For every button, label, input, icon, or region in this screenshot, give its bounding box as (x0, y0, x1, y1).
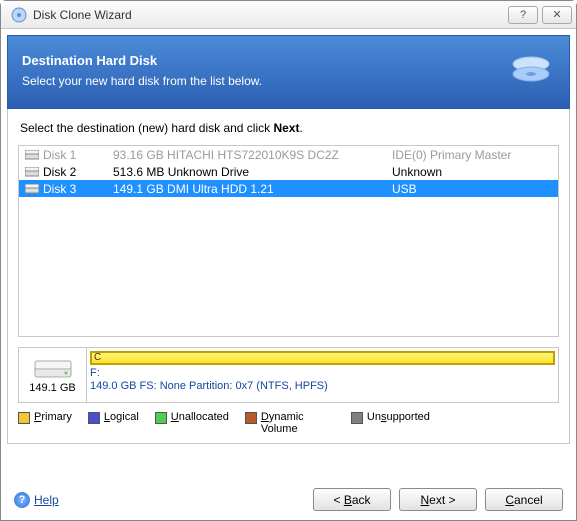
titlebar: Disk Clone Wizard ? ✕ (1, 1, 576, 29)
disk-connection: Unknown (392, 165, 552, 179)
disk-name: Disk 3 (43, 182, 113, 196)
wizard-header: Destination Hard Disk Select your new ha… (7, 35, 570, 109)
disk-list[interactable]: Disk 193.16 GB HITACHI HTS722010K9S DC2Z… (18, 145, 559, 337)
close-button[interactable]: ✕ (542, 6, 572, 24)
help-button[interactable]: ? (508, 6, 538, 24)
disk-row[interactable]: Disk 3149.1 GB DMI Ultra HDD 1.21USB (19, 180, 558, 197)
disk-info: 513.6 MB Unknown Drive (113, 165, 392, 179)
legend-unallocated-rest: nallocated (179, 411, 229, 423)
cancel-button[interactable]: Cancel (485, 488, 563, 511)
disk-connection: IDE(0) Primary Master (392, 148, 552, 162)
cancel-rest: ancel (514, 493, 543, 507)
disk-header-icon (507, 46, 555, 94)
window-title: Disk Clone Wizard (33, 8, 504, 22)
partition-disk-thumb: 149.1 GB (19, 348, 87, 402)
header-subtitle: Select your new hard disk from the list … (22, 74, 507, 88)
legend-unallocated: Unallocated (155, 411, 229, 424)
partition-bar-primary[interactable]: C (90, 351, 555, 365)
partition-panel: 149.1 GB C F: 149.0 GB FS: None Partitio… (18, 347, 559, 403)
header-title: Destination Hard Disk (22, 53, 507, 68)
legend-primary: Primary (18, 411, 72, 424)
legend-logical: Logical (88, 411, 139, 424)
legend-dynamic: Dynamic Volume (245, 411, 335, 435)
legend: Primary Logical Unallocated Dynamic Volu… (18, 411, 559, 435)
disk-row[interactable]: Disk 2513.6 MB Unknown DriveUnknown (19, 163, 558, 180)
partition-bar-letter: C (94, 352, 101, 363)
disk-info: 93.16 GB HITACHI HTS722010K9S DC2Z (113, 148, 392, 162)
swatch-logical (88, 412, 100, 424)
partition-size: 149.1 GB (29, 382, 75, 394)
back-button[interactable]: < Back (313, 488, 391, 511)
hdd-icon (25, 150, 43, 160)
partition-details: 149.0 GB FS: None Partition: 0x7 (NTFS, … (90, 380, 555, 393)
legend-primary-rest: rimary (41, 411, 72, 423)
footer: ? Help < Back Next > Cancel (14, 488, 563, 511)
swatch-primary (18, 412, 30, 424)
partition-info: F: 149.0 GB FS: None Partition: 0x7 (NTF… (90, 367, 555, 393)
hdd-icon (33, 357, 73, 381)
legend-unsupported: Unsupported (351, 411, 430, 424)
app-icon (11, 7, 27, 23)
back-rest: ack (352, 493, 371, 507)
hdd-icon (25, 184, 43, 194)
disk-info: 149.1 GB DMI Ultra HDD 1.21 (113, 182, 392, 196)
disk-row[interactable]: Disk 193.16 GB HITACHI HTS722010K9S DC2Z… (19, 146, 558, 163)
next-rest: ext (429, 493, 445, 507)
swatch-unsupported (351, 412, 363, 424)
legend-logical-rest: ogical (110, 411, 139, 423)
disk-name: Disk 2 (43, 165, 113, 179)
instruction-text: Select the destination (new) hard disk a… (20, 121, 559, 135)
partition-drive-letter: F: (90, 367, 555, 380)
disk-connection: USB (392, 182, 552, 196)
disk-name: Disk 1 (43, 148, 113, 162)
swatch-dynamic (245, 412, 257, 424)
next-button[interactable]: Next > (399, 488, 477, 511)
legend-unsupported-rest: upported (386, 411, 429, 423)
wizard-content: Select the destination (new) hard disk a… (7, 109, 570, 444)
swatch-unallocated (155, 412, 167, 424)
help-link[interactable]: ? Help (14, 492, 59, 508)
hdd-icon (25, 167, 43, 177)
help-icon: ? (14, 492, 30, 508)
